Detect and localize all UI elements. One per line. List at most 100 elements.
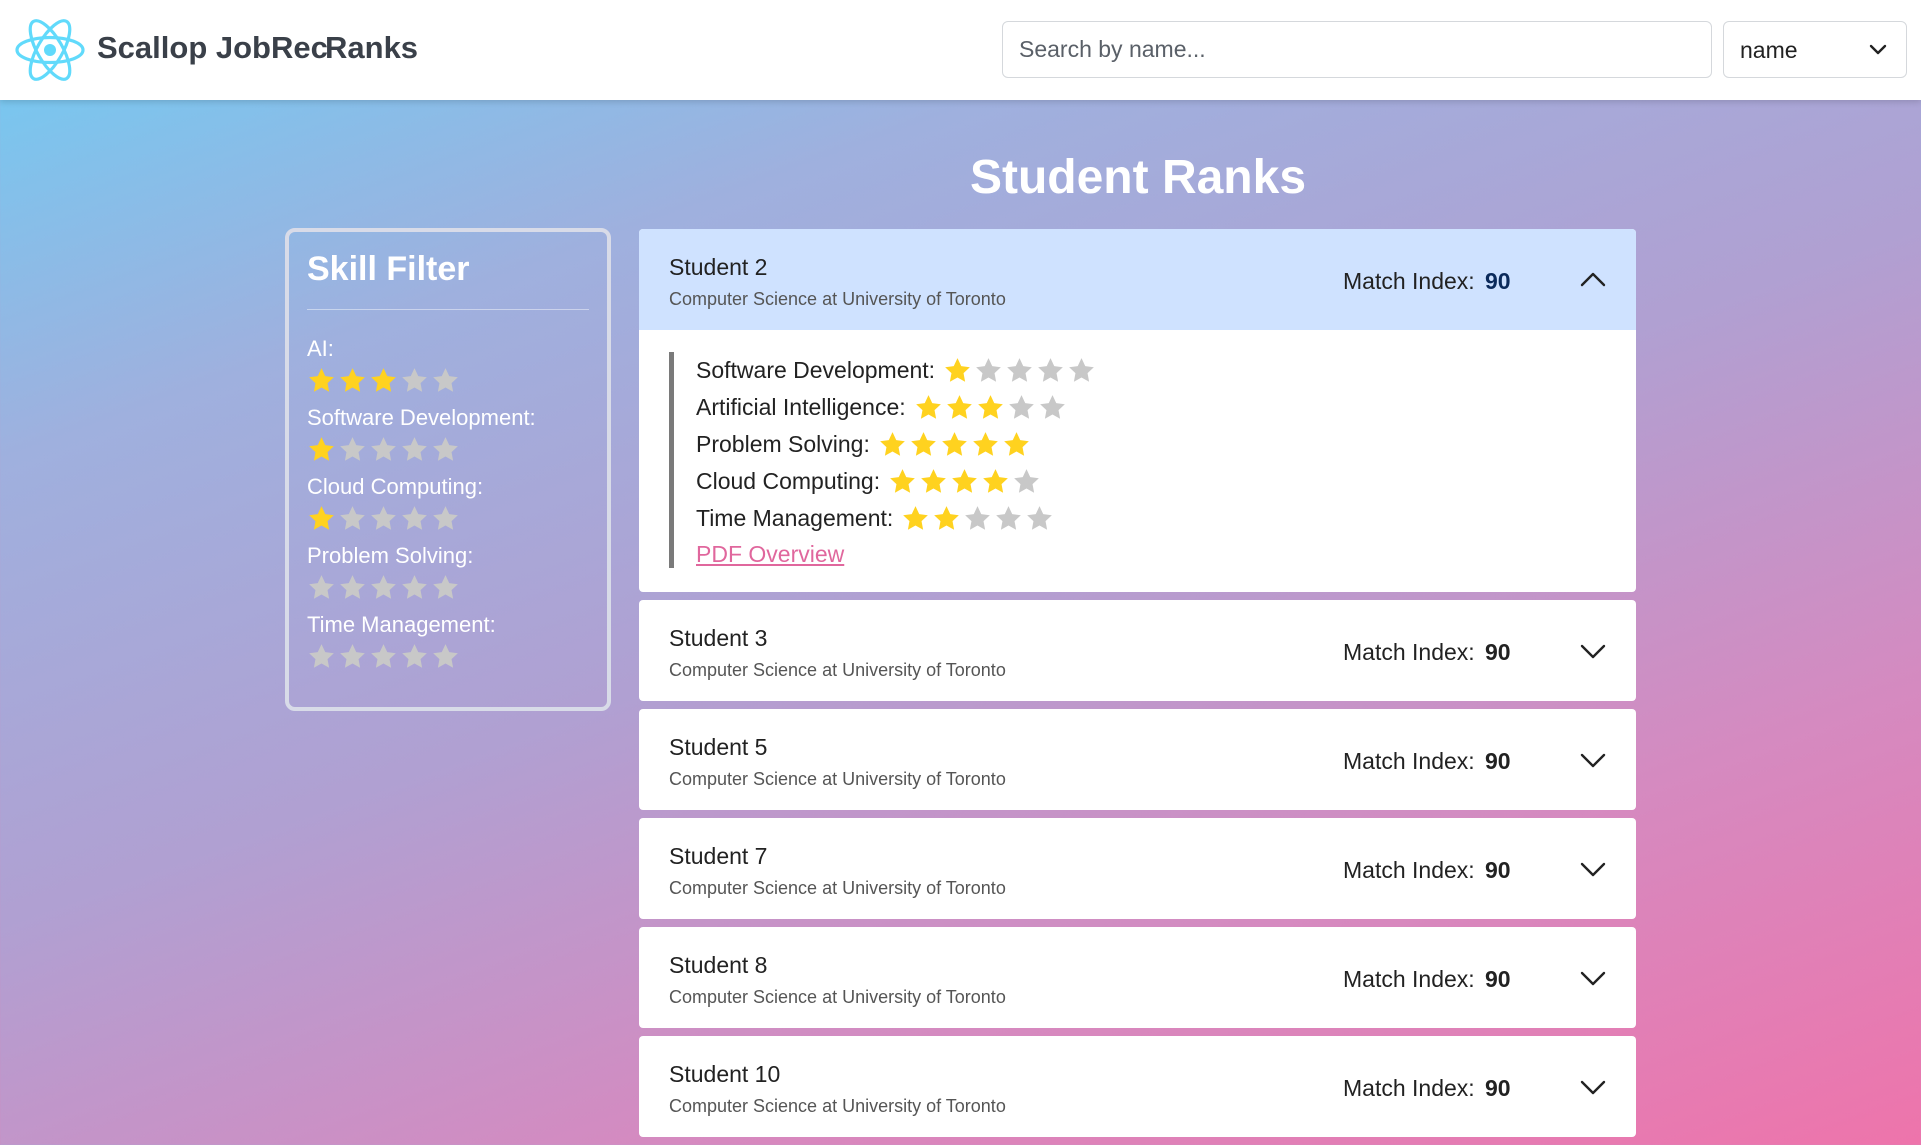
star-empty-icon[interactable] [369, 504, 398, 533]
top-navbar: Scallop JobRec Ranks name [0, 0, 1921, 100]
star-filled-icon [950, 467, 979, 496]
sort-select[interactable]: name [1723, 21, 1907, 78]
student-card: Student 8 Computer Science at University … [639, 927, 1636, 1028]
star-filled-icon[interactable] [338, 366, 367, 395]
star-empty-icon[interactable] [338, 504, 367, 533]
star-empty-icon[interactable] [431, 573, 460, 602]
star-filled-icon [943, 356, 972, 385]
star-empty-icon[interactable] [400, 504, 429, 533]
brand-name[interactable]: Scallop JobRec [97, 30, 328, 66]
skill-filter-label: Software Development: [307, 405, 536, 430]
student-skill-row: Time Management: [696, 500, 1606, 537]
star-empty-icon[interactable] [431, 504, 460, 533]
star-empty-icon[interactable] [369, 435, 398, 464]
student-name: Student 5 [669, 734, 768, 760]
skill-filter-rating[interactable] [307, 435, 589, 464]
pdf-overview-link[interactable]: PDF Overview [696, 541, 844, 568]
star-empty-icon[interactable] [400, 435, 429, 464]
skill-filter-item: Problem Solving: [307, 543, 589, 602]
star-filled-icon [909, 430, 938, 459]
student-card-header[interactable]: Student 10 Computer Science at University… [639, 1036, 1636, 1137]
skill-filter-item: Software Development: [307, 405, 589, 464]
skill-filter-label: Time Management: [307, 612, 496, 637]
student-list: Student 2 Computer Science at University … [639, 229, 1636, 1145]
chevron-down-icon[interactable] [1578, 963, 1608, 993]
student-name: Student 2 [669, 254, 768, 280]
student-program: Computer Science at University of Toront… [669, 987, 1006, 1007]
student-skill-row: Artificial Intelligence: [696, 389, 1606, 426]
react-atom-icon[interactable] [14, 16, 86, 84]
star-filled-icon [914, 393, 943, 422]
student-skill-row: Cloud Computing: [696, 463, 1606, 500]
star-empty-icon[interactable] [400, 642, 429, 671]
star-empty-icon[interactable] [338, 573, 367, 602]
star-filled-icon [940, 430, 969, 459]
student-card: Student 2 Computer Science at University … [639, 229, 1636, 592]
match-index-value: 90 [1485, 857, 1511, 883]
skill-filter-rating[interactable] [307, 366, 589, 395]
star-filled-icon [878, 430, 907, 459]
star-empty-icon [1038, 393, 1067, 422]
skill-filter-item: Cloud Computing: [307, 474, 589, 533]
student-card-header[interactable]: Student 7 Computer Science at University … [639, 818, 1636, 919]
student-skill-label: Time Management: [696, 505, 894, 531]
skill-filter-label: AI: [307, 336, 334, 361]
star-empty-icon[interactable] [338, 642, 367, 671]
star-empty-icon [1067, 356, 1096, 385]
star-filled-icon[interactable] [307, 366, 336, 395]
star-filled-icon [919, 467, 948, 496]
chevron-up-icon[interactable] [1578, 265, 1608, 295]
student-program: Computer Science at University of Toront… [669, 878, 1006, 898]
star-empty-icon[interactable] [369, 573, 398, 602]
chevron-down-icon[interactable] [1578, 745, 1608, 775]
chevron-down-icon [1868, 40, 1888, 60]
student-skill-label: Software Development: [696, 357, 936, 383]
skill-filter-rating[interactable] [307, 504, 589, 533]
star-filled-icon [971, 430, 1000, 459]
star-empty-icon[interactable] [307, 642, 336, 671]
student-skill-label: Cloud Computing: [696, 468, 881, 494]
nav-link-ranks[interactable]: Ranks [325, 30, 418, 66]
match-index-value: 90 [1485, 966, 1511, 992]
star-empty-icon[interactable] [431, 435, 460, 464]
star-empty-icon [1005, 356, 1034, 385]
student-card-header[interactable]: Student 8 Computer Science at University … [639, 927, 1636, 1028]
student-card-body: Software Development: Artificial Intellig… [639, 330, 1636, 592]
star-empty-icon[interactable] [307, 573, 336, 602]
star-empty-icon [974, 356, 1003, 385]
star-empty-icon[interactable] [431, 366, 460, 395]
star-empty-icon[interactable] [400, 366, 429, 395]
star-filled-icon [901, 504, 930, 533]
chevron-down-icon[interactable] [1578, 1072, 1608, 1102]
match-index-label: Match Index: [1343, 268, 1475, 294]
skill-filter-title: Skill Filter [307, 250, 589, 310]
chevron-down-icon[interactable] [1578, 636, 1608, 666]
star-empty-icon[interactable] [338, 435, 367, 464]
search-input[interactable] [1002, 21, 1712, 78]
star-filled-icon[interactable] [307, 435, 336, 464]
skill-filter-rating[interactable] [307, 573, 589, 602]
star-filled-icon[interactable] [307, 504, 336, 533]
student-card-header[interactable]: Student 3 Computer Science at University … [639, 600, 1636, 701]
star-empty-icon [1012, 467, 1041, 496]
star-empty-icon[interactable] [369, 642, 398, 671]
skill-filter-rating[interactable] [307, 642, 589, 671]
match-index-label: Match Index: [1343, 966, 1475, 992]
chevron-down-icon[interactable] [1578, 854, 1608, 884]
student-skill-label: Problem Solving: [696, 431, 870, 457]
star-empty-icon [1036, 356, 1065, 385]
star-empty-icon[interactable] [400, 573, 429, 602]
student-skill-rating [878, 430, 1031, 459]
student-card: Student 3 Computer Science at University … [639, 600, 1636, 701]
star-filled-icon [1002, 430, 1031, 459]
student-card-header[interactable]: Student 5 Computer Science at University … [639, 709, 1636, 810]
match-index-label: Match Index: [1343, 639, 1475, 665]
student-card-header[interactable]: Student 2 Computer Science at University … [639, 229, 1636, 330]
star-filled-icon[interactable] [369, 366, 398, 395]
star-empty-icon[interactable] [431, 642, 460, 671]
student-skill-rating [914, 393, 1067, 422]
star-empty-icon [963, 504, 992, 533]
match-index-label: Match Index: [1343, 748, 1475, 774]
match-index-value: 90 [1485, 748, 1511, 774]
skill-filter-list: AI: Software Development: Cloud Computing:… [307, 336, 589, 671]
